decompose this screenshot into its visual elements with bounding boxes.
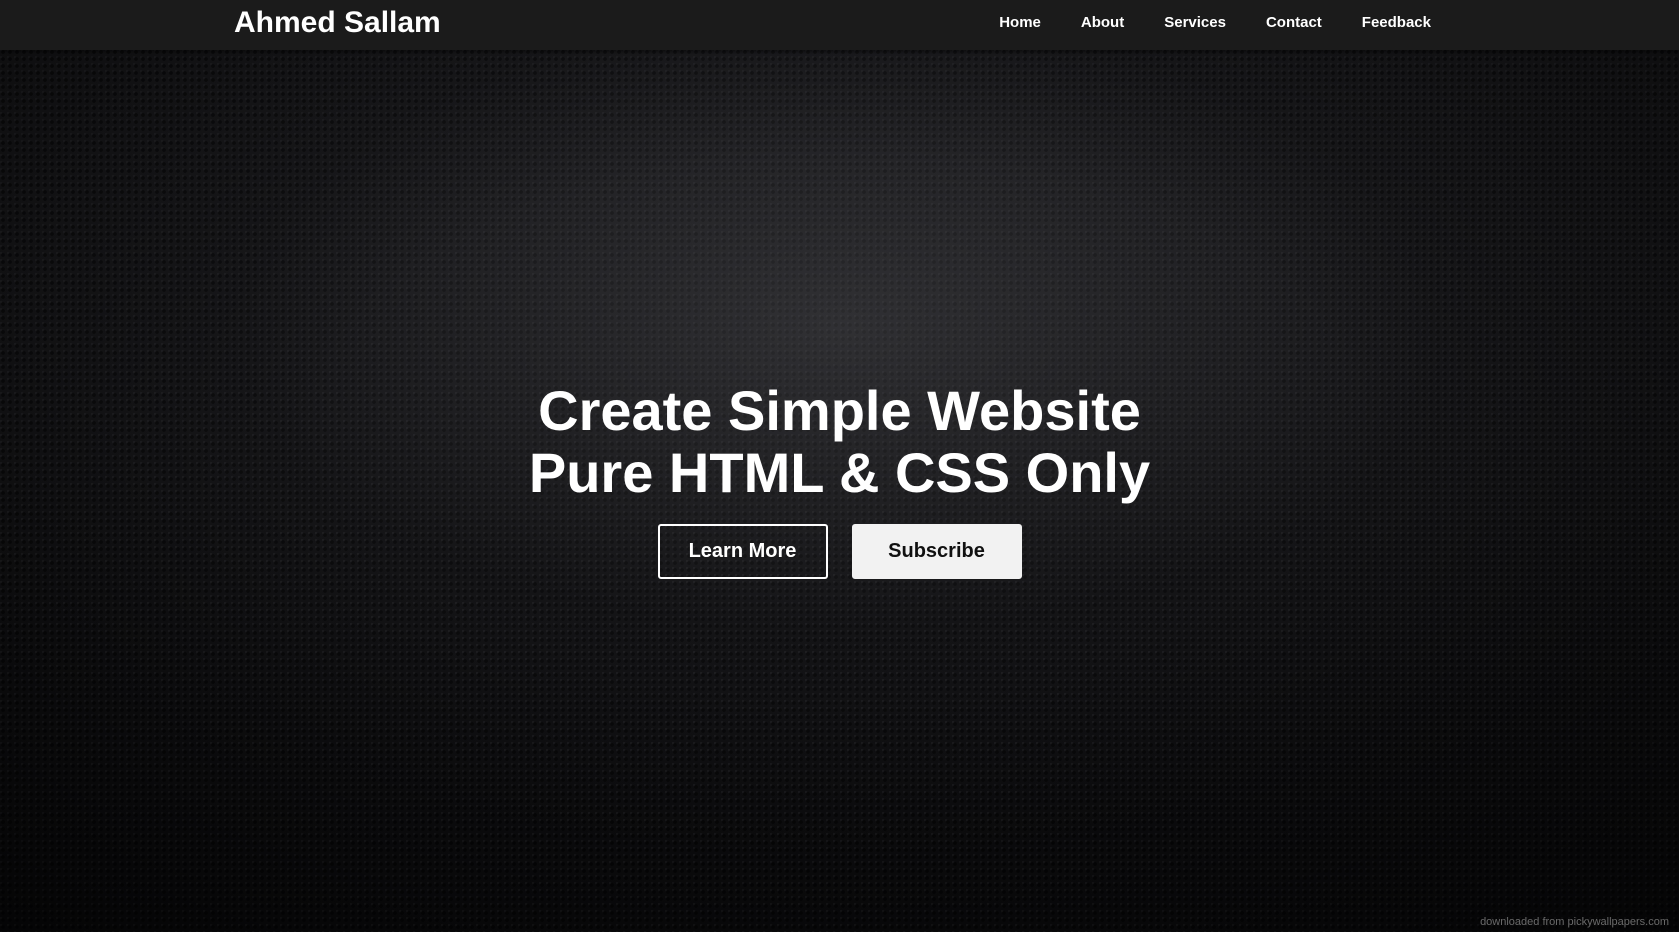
nav-item-about: About xyxy=(1081,14,1124,32)
top-navbar: Ahmed Sallam Home About Services Contact… xyxy=(0,0,1679,50)
hero-buttons: Learn More Subscribe xyxy=(0,524,1679,579)
nav-link-feedback[interactable]: Feedback xyxy=(1362,14,1431,31)
nav-menu: Home About Services Contact Feedback xyxy=(959,0,1431,46)
hero-title-line-2: Pure HTML & CSS Only xyxy=(528,441,1151,504)
nav-link-services[interactable]: Services xyxy=(1164,14,1226,31)
subscribe-button[interactable]: Subscribe xyxy=(851,524,1022,579)
nav-item-home: Home xyxy=(999,14,1041,32)
nav-link-about[interactable]: About xyxy=(1081,14,1124,31)
hero-section: Create Simple Website Pure HTML & CSS On… xyxy=(0,380,1679,579)
nav-item-contact: Contact xyxy=(1266,14,1322,32)
watermark-text: downloaded from pickywallpapers.com xyxy=(1480,916,1669,928)
nav-link-home[interactable]: Home xyxy=(999,14,1041,31)
page: Ahmed Sallam Home About Services Contact… xyxy=(0,0,1679,932)
nav-item-feedback: Feedback xyxy=(1362,14,1431,32)
hero-title: Create Simple Website Pure HTML & CSS On… xyxy=(0,380,1679,504)
hero-title-line-1: Create Simple Website xyxy=(538,379,1141,442)
brand-logo[interactable]: Ahmed Sallam xyxy=(234,5,441,41)
nav-link-contact[interactable]: Contact xyxy=(1266,14,1322,31)
learn-more-button[interactable]: Learn More xyxy=(657,524,828,579)
nav-item-services: Services xyxy=(1164,14,1226,32)
